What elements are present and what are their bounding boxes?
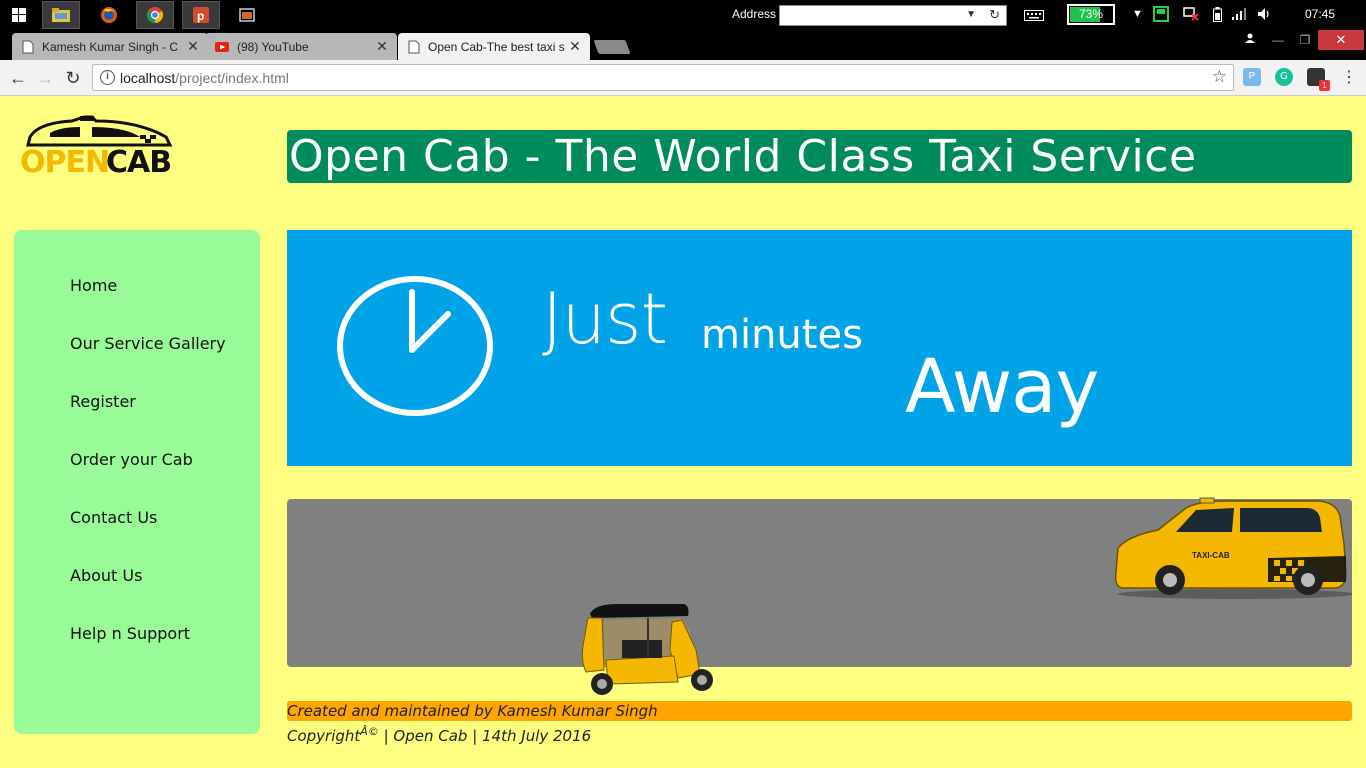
site-header: Open Cab - The World Class Taxi Service: [287, 130, 1352, 183]
tab-kamesh[interactable]: Kamesh Kumar Singh - C ✕: [12, 33, 208, 60]
logo-text-cab: CAB: [106, 145, 172, 180]
banner-away: Away: [905, 344, 1099, 430]
banner-just: Just: [542, 278, 668, 360]
back-arrow-icon[interactable]: ←: [7, 67, 29, 89]
tab-title: Open Cab-The best taxi s: [428, 39, 565, 54]
page-icon: [22, 40, 34, 53]
auto-rickshaw-image: [581, 604, 713, 695]
clock[interactable]: 07:45: [1305, 7, 1335, 21]
nav-register[interactable]: Register: [70, 392, 136, 411]
window-app-icon: [239, 8, 255, 22]
nav-about-us[interactable]: About Us: [70, 566, 142, 585]
window-close-button[interactable]: ✕: [1318, 30, 1364, 50]
youtube-icon: [215, 41, 229, 52]
page-icon: [408, 40, 420, 53]
taskbar-file-explorer[interactable]: [42, 1, 80, 29]
maximize-button[interactable]: ❐: [1290, 30, 1320, 50]
copyright-symbol: Â©: [360, 725, 379, 738]
url-text[interactable]: localhost/project/index.html: [120, 70, 289, 86]
minimize-button[interactable]: —: [1263, 30, 1293, 50]
footer-credit-bar: Created and maintained by Kamesh Kumar S…: [287, 701, 1352, 721]
battery-tray-icon[interactable]: [1213, 7, 1222, 22]
refresh-icon[interactable]: ↻: [989, 7, 1000, 23]
grammarly-icon[interactable]: G: [1275, 68, 1293, 86]
nav-order-cab[interactable]: Order your Cab: [70, 450, 193, 469]
nav-service-gallery[interactable]: Our Service Gallery: [70, 334, 226, 353]
start-button[interactable]: [0, 1, 38, 29]
volume-icon[interactable]: [1257, 7, 1271, 21]
network-disconnected-icon[interactable]: [1183, 7, 1199, 22]
taxi-cab-image: TAXI-CAB: [1114, 497, 1352, 599]
sidebar-nav: Home Our Service Gallery Register Order …: [14, 230, 260, 734]
svg-text:p: p: [197, 9, 204, 23]
nav-home[interactable]: Home: [70, 276, 117, 295]
close-icon[interactable]: ✕: [373, 38, 391, 55]
forward-arrow-icon[interactable]: →: [34, 67, 56, 89]
tab-title: Kamesh Kumar Singh - C: [42, 39, 179, 54]
hero-banner: Just minutes Away: [287, 230, 1352, 466]
keyboard-icon[interactable]: [1024, 10, 1044, 21]
url-host: localhost: [120, 70, 176, 86]
close-icon[interactable]: ✕: [184, 38, 202, 55]
tray-expand-icon[interactable]: ▼: [1132, 8, 1143, 20]
taxi-cab-label: TAXI-CAB: [1192, 551, 1230, 560]
info-icon[interactable]: i: [100, 70, 115, 85]
menu-kebab-icon[interactable]: ⋮: [1338, 67, 1360, 89]
tab-strip: Kamesh Kumar Singh - C ✕ (98) YouTube ✕ …: [0, 30, 1366, 60]
tab-open-cab[interactable]: Open Cab-The best taxi s ✕: [398, 33, 590, 60]
clock-icon: [337, 276, 493, 416]
battery-percent: 73%: [1078, 7, 1104, 21]
copyright-text: | Open Cab | 14th July 2016: [378, 727, 592, 745]
user-icon[interactable]: [1245, 33, 1255, 43]
chevron-down-icon[interactable]: ▼: [966, 9, 976, 20]
taskbar: p Address ▼ ↻ 73% ▼ 07:45: [0, 0, 1366, 30]
logo-text-open: OPEN: [20, 145, 110, 180]
reload-icon[interactable]: ↻: [62, 67, 84, 89]
extension-pst-icon[interactable]: P: [1243, 68, 1261, 86]
url-path: /project/index.html: [175, 70, 289, 86]
tab-title: (98) YouTube: [237, 39, 309, 54]
folder-icon: [52, 8, 70, 22]
extension-badge-icon[interactable]: 1: [1307, 68, 1330, 91]
new-tab-button[interactable]: [593, 40, 631, 54]
address-toolbar-label: Address: [732, 7, 777, 21]
signal-icon[interactable]: [1232, 8, 1247, 20]
copyright-word: Copyright: [287, 727, 361, 745]
nav-contact-us[interactable]: Contact Us: [70, 508, 157, 527]
battery-meter[interactable]: 73%: [1067, 4, 1115, 25]
browser-toolbar: ← → ↻ i localhost/project/index.html ☆ P…: [0, 60, 1366, 96]
p-app-icon: p: [193, 7, 209, 23]
taskbar-firefox[interactable]: [90, 1, 128, 29]
url-bar[interactable]: i localhost/project/index.html ☆: [92, 64, 1234, 91]
banner-minutes: minutes: [701, 312, 863, 358]
bookmark-star-icon[interactable]: ☆: [1212, 67, 1227, 87]
copyright-line: CopyrightÂ© | Open Cab | 14th July 2016: [287, 725, 591, 745]
open-cab-logo[interactable]: OPEN CAB: [20, 115, 176, 185]
windows-icon: [12, 8, 26, 22]
close-icon[interactable]: ✕: [566, 38, 584, 55]
nav-help-support[interactable]: Help n Support: [70, 624, 190, 643]
tab-youtube[interactable]: (98) YouTube ✕: [205, 33, 397, 60]
firefox-icon: [101, 7, 117, 23]
save-tray-icon[interactable]: [1153, 6, 1169, 22]
taskbar-chrome[interactable]: [136, 1, 174, 29]
footer-credit: Created and maintained by Kamesh Kumar S…: [287, 702, 658, 720]
site-title: Open Cab - The World Class Taxi Service: [289, 131, 1197, 182]
taskbar-app-p[interactable]: p: [182, 1, 220, 29]
address-toolbar-input[interactable]: ▼ ↻: [779, 5, 1007, 26]
taskbar-app-window[interactable]: [228, 1, 266, 29]
chrome-icon: [146, 7, 164, 24]
